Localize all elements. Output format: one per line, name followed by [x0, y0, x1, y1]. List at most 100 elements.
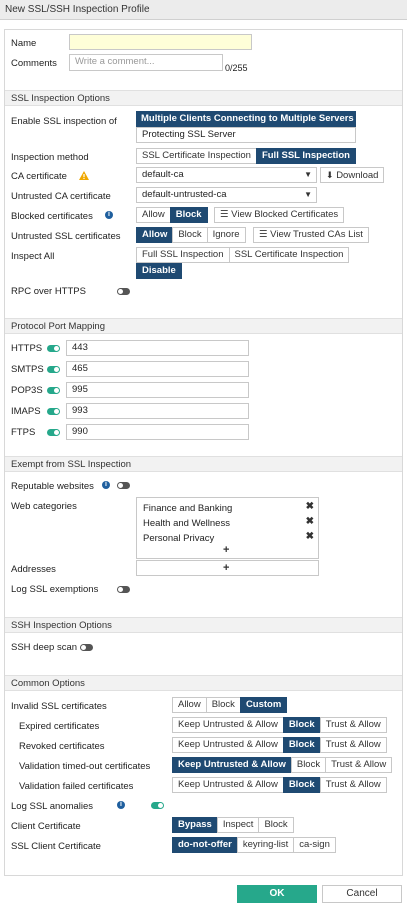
imaps-port-input[interactable]: 993 — [66, 403, 249, 419]
blocked-certificates-group: Allow Block — [136, 207, 208, 223]
pop3s-port-input[interactable]: 995 — [66, 382, 249, 398]
log-ssl-anomalies-label: Log SSL anomalies — [11, 801, 94, 812]
rpc-over-https-toggle[interactable] — [117, 288, 130, 295]
expired-trust-allow[interactable]: Trust & Allow — [319, 717, 387, 733]
validation-timed-out-group: Keep Untrusted & Allow Block Trust & All… — [172, 757, 393, 773]
inspect-all-group-row2: Disable — [136, 263, 182, 279]
plus-icon[interactable]: + — [223, 562, 229, 574]
ssh-deep-scan-label: SSH deep scan — [11, 642, 78, 653]
ssl-client-certificate-label: SSL Client Certificate — [11, 841, 101, 852]
list-item: Health and Wellness — [143, 518, 230, 529]
log-ssl-exemptions-toggle[interactable] — [117, 586, 130, 593]
method-ssl-certificate-inspection[interactable]: SSL Certificate Inspection — [136, 148, 257, 164]
common-options-header: Common Options — [5, 675, 402, 691]
download-button[interactable]: ⬇ Download — [320, 167, 385, 183]
inspect-all-full[interactable]: Full SSL Inspection — [136, 247, 230, 263]
timedout-keep-untrusted[interactable]: Keep Untrusted & Allow — [172, 757, 292, 773]
inspect-all-label: Inspect All — [11, 251, 55, 262]
profile-form: Name Comments Write a comment... 0/255 S… — [4, 29, 403, 876]
failed-trust-allow[interactable]: Trust & Allow — [319, 777, 387, 793]
validation-timed-out-label: Validation timed-out certificates — [19, 761, 151, 772]
plus-icon[interactable]: + — [223, 544, 229, 556]
option-multiple-clients[interactable]: Multiple Clients Connecting to Multiple … — [136, 111, 356, 127]
revoked-keep-untrusted[interactable]: Keep Untrusted & Allow — [172, 737, 284, 753]
remove-x-icon[interactable]: ✖ — [306, 516, 314, 527]
ssl-client-keyring-list[interactable]: keyring-list — [236, 837, 295, 853]
view-blocked-certificates-button[interactable]: ☰ View Blocked Certificates — [214, 207, 345, 223]
reputable-websites-toggle[interactable] — [117, 482, 130, 489]
revoked-trust-allow[interactable]: Trust & Allow — [319, 737, 387, 753]
smtps-port-input[interactable]: 465 — [66, 361, 249, 377]
inspection-method-group: SSL Certificate Inspection Full SSL Insp… — [136, 148, 356, 164]
ca-certificate-select[interactable]: default-ca ▼ — [136, 167, 317, 183]
untrusted-block[interactable]: Block — [172, 227, 208, 243]
caret-down-icon: ▼ — [304, 170, 312, 179]
inspect-all-disable[interactable]: Disable — [136, 263, 182, 279]
ftps-label: FTPS — [11, 427, 36, 438]
option-protecting-ssl-server[interactable]: Protecting SSL Server — [136, 127, 356, 143]
protocol-port-mapping-header: Protocol Port Mapping — [5, 318, 402, 334]
remove-x-icon[interactable]: ✖ — [306, 501, 314, 512]
caret-down-icon: ▼ — [304, 190, 312, 199]
https-toggle[interactable] — [47, 345, 60, 352]
list-icon: ☰ — [220, 209, 229, 220]
list-icon: ☰ — [259, 229, 268, 240]
ftps-toggle[interactable] — [47, 429, 60, 436]
untrusted-allow[interactable]: Allow — [136, 227, 174, 243]
revoked-certificates-group: Keep Untrusted & Allow Block Trust & All… — [172, 737, 387, 753]
blocked-block[interactable]: Block — [169, 207, 208, 223]
client-certificate-group: Bypass Inspect Block — [172, 817, 294, 833]
addresses-list[interactable]: + — [136, 560, 319, 576]
client-cert-bypass[interactable]: Bypass — [172, 817, 218, 833]
pop3s-toggle[interactable] — [47, 387, 60, 394]
ssl-client-do-not-offer[interactable]: do-not-offer — [172, 837, 238, 853]
log-ssl-anomalies-toggle[interactable] — [151, 802, 164, 809]
smtps-toggle[interactable] — [47, 366, 60, 373]
info-circle-icon[interactable]: i — [102, 481, 110, 489]
revoked-certificates-label: Revoked certificates — [19, 741, 105, 752]
method-full-ssl-inspection[interactable]: Full SSL Inspection — [255, 148, 356, 164]
ssl-client-ca-sign[interactable]: ca-sign — [293, 837, 336, 853]
remove-x-icon[interactable]: ✖ — [306, 531, 314, 542]
client-cert-inspect[interactable]: Inspect — [216, 817, 260, 833]
https-port-input[interactable]: 443 — [66, 340, 249, 356]
comments-textarea[interactable]: Write a comment... — [69, 54, 223, 71]
timedout-block[interactable]: Block — [290, 757, 327, 773]
expired-block[interactable]: Block — [282, 717, 321, 733]
untrusted-ca-value: default-untrusted-ca — [142, 189, 227, 200]
inspection-method-label: Inspection method — [11, 152, 89, 163]
untrusted-ca-select[interactable]: default-untrusted-ca ▼ — [136, 187, 317, 203]
ssl-client-certificate-group: do-not-offer keyring-list ca-sign — [172, 837, 336, 853]
name-input[interactable] — [69, 34, 252, 50]
web-categories-label: Web categories — [11, 501, 77, 512]
client-cert-block[interactable]: Block — [258, 817, 294, 833]
expired-keep-untrusted[interactable]: Keep Untrusted & Allow — [172, 717, 284, 733]
comments-label: Comments — [11, 58, 57, 69]
invalid-block[interactable]: Block — [205, 697, 241, 713]
warning-triangle-icon — [79, 171, 89, 180]
timedout-trust-allow[interactable]: Trust & Allow — [325, 757, 393, 773]
web-categories-list[interactable]: Finance and Banking ✖ Health and Wellnes… — [136, 497, 319, 559]
blocked-allow[interactable]: Allow — [136, 207, 171, 223]
failed-keep-untrusted[interactable]: Keep Untrusted & Allow — [172, 777, 284, 793]
inspect-all-group: Full SSL Inspection SSL Certificate Insp… — [136, 247, 350, 263]
invalid-ssl-group: Allow Block Custom — [172, 697, 288, 713]
cancel-button[interactable]: Cancel — [322, 885, 402, 903]
enable-ssl-label: Enable SSL inspection of — [11, 116, 117, 127]
revoked-block[interactable]: Block — [282, 737, 321, 753]
inspect-all-cert[interactable]: SSL Certificate Inspection — [228, 247, 350, 263]
untrusted-ignore[interactable]: Ignore — [206, 227, 246, 243]
imaps-toggle[interactable] — [47, 408, 60, 415]
smtps-label: SMTPS — [11, 364, 44, 375]
info-circle-icon[interactable]: i — [105, 211, 113, 219]
ssh-deep-scan-toggle[interactable] — [80, 644, 93, 651]
comments-placeholder: Write a comment... — [75, 56, 155, 67]
ftps-port-input[interactable]: 990 — [66, 424, 249, 440]
invalid-allow[interactable]: Allow — [172, 697, 207, 713]
view-trusted-cas-button[interactable]: ☰ View Trusted CAs List — [253, 227, 369, 243]
log-ssl-exemptions-label: Log SSL exemptions — [11, 584, 99, 595]
ok-button[interactable]: OK — [237, 885, 317, 903]
failed-block[interactable]: Block — [282, 777, 321, 793]
info-circle-icon[interactable]: i — [117, 801, 125, 809]
invalid-custom[interactable]: Custom — [239, 697, 288, 713]
